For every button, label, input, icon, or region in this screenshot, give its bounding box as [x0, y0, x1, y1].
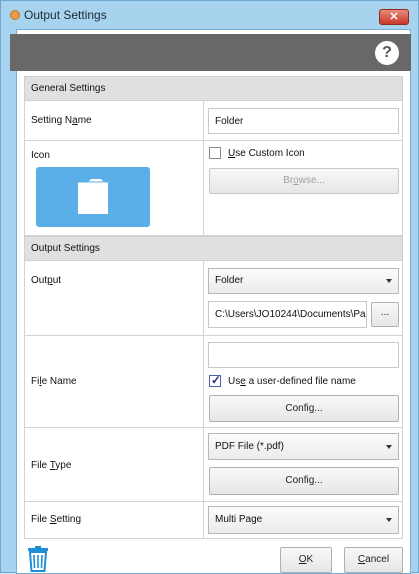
output-select[interactable]: Folder — [208, 268, 399, 294]
file-type-label: File Type — [31, 460, 72, 471]
file-name-row: File Name ✓ Use a user-defined file name… — [24, 336, 403, 428]
file-name-label: File Name — [31, 376, 77, 387]
file-name-config-button[interactable]: Config... — [209, 395, 399, 422]
output-row: Output Folder C:\Users\JO10244\Documents… — [24, 261, 403, 336]
divider — [203, 428, 204, 501]
output-settings-header: Output Settings — [24, 236, 403, 261]
path-browse-button[interactable]: ... — [371, 302, 399, 327]
general-settings-header: General Settings — [24, 76, 403, 101]
output-settings-header-text: Output Settings — [31, 243, 100, 254]
app-icon — [10, 10, 20, 20]
divider — [203, 101, 204, 140]
output-settings-window: Output Settings ✕ ? General Settings Set… — [0, 0, 419, 574]
divider — [203, 261, 204, 335]
cancel-button[interactable]: Cancel — [344, 547, 403, 573]
icon-row: Icon Use Custom Icon Browse... — [24, 141, 403, 236]
setting-name-input[interactable]: Folder — [208, 108, 399, 134]
chevron-down-icon — [386, 444, 392, 449]
window-title: Output Settings — [24, 8, 107, 22]
close-button[interactable]: ✕ — [379, 9, 409, 25]
file-type-selected-value: PDF File (*.pdf) — [215, 441, 284, 452]
help-icon[interactable]: ? — [375, 41, 399, 65]
file-type-select[interactable]: PDF File (*.pdf) — [208, 433, 399, 460]
setting-name-row: Setting Name Folder — [24, 101, 403, 141]
user-defined-file-name-checkbox[interactable]: ✓ — [209, 373, 222, 387]
title-bar[interactable]: Output Settings ✕ — [1, 1, 418, 29]
checkmark-icon: ✓ — [211, 373, 222, 387]
browse-button[interactable]: Browse... — [209, 168, 399, 194]
file-type-config-button[interactable]: Config... — [209, 467, 399, 495]
chevron-down-icon — [386, 518, 392, 522]
output-selected-value: Folder — [215, 275, 244, 286]
file-setting-label: File Setting — [31, 514, 82, 525]
icon-label: Icon — [31, 150, 50, 161]
file-setting-row: File Setting Multi Page — [24, 502, 403, 539]
file-type-row: File Type PDF File (*.pdf) Config... — [24, 428, 403, 502]
general-settings-header-text: General Settings — [31, 83, 106, 94]
divider — [203, 502, 204, 538]
folder-icon-tile — [36, 167, 150, 227]
output-path-input[interactable]: C:\Users\JO10244\Documents\Panas — [208, 301, 367, 328]
trash-icon[interactable] — [27, 546, 49, 572]
file-name-input[interactable] — [208, 342, 399, 368]
help-bar: ? — [10, 34, 411, 71]
file-setting-select[interactable]: Multi Page — [208, 506, 399, 534]
ok-button[interactable]: OK — [280, 547, 332, 573]
file-setting-selected-value: Multi Page — [215, 514, 263, 525]
folder-icon — [78, 179, 108, 214]
chevron-down-icon — [386, 279, 392, 283]
user-defined-file-name-label: Use a user-defined file name — [228, 376, 356, 387]
use-custom-icon-label: Use Custom Icon — [228, 148, 305, 159]
divider — [203, 336, 204, 427]
output-label: Output — [31, 275, 62, 286]
divider — [203, 141, 204, 235]
use-custom-icon-checkbox[interactable] — [209, 147, 221, 159]
setting-name-label: Setting Name — [31, 115, 92, 126]
